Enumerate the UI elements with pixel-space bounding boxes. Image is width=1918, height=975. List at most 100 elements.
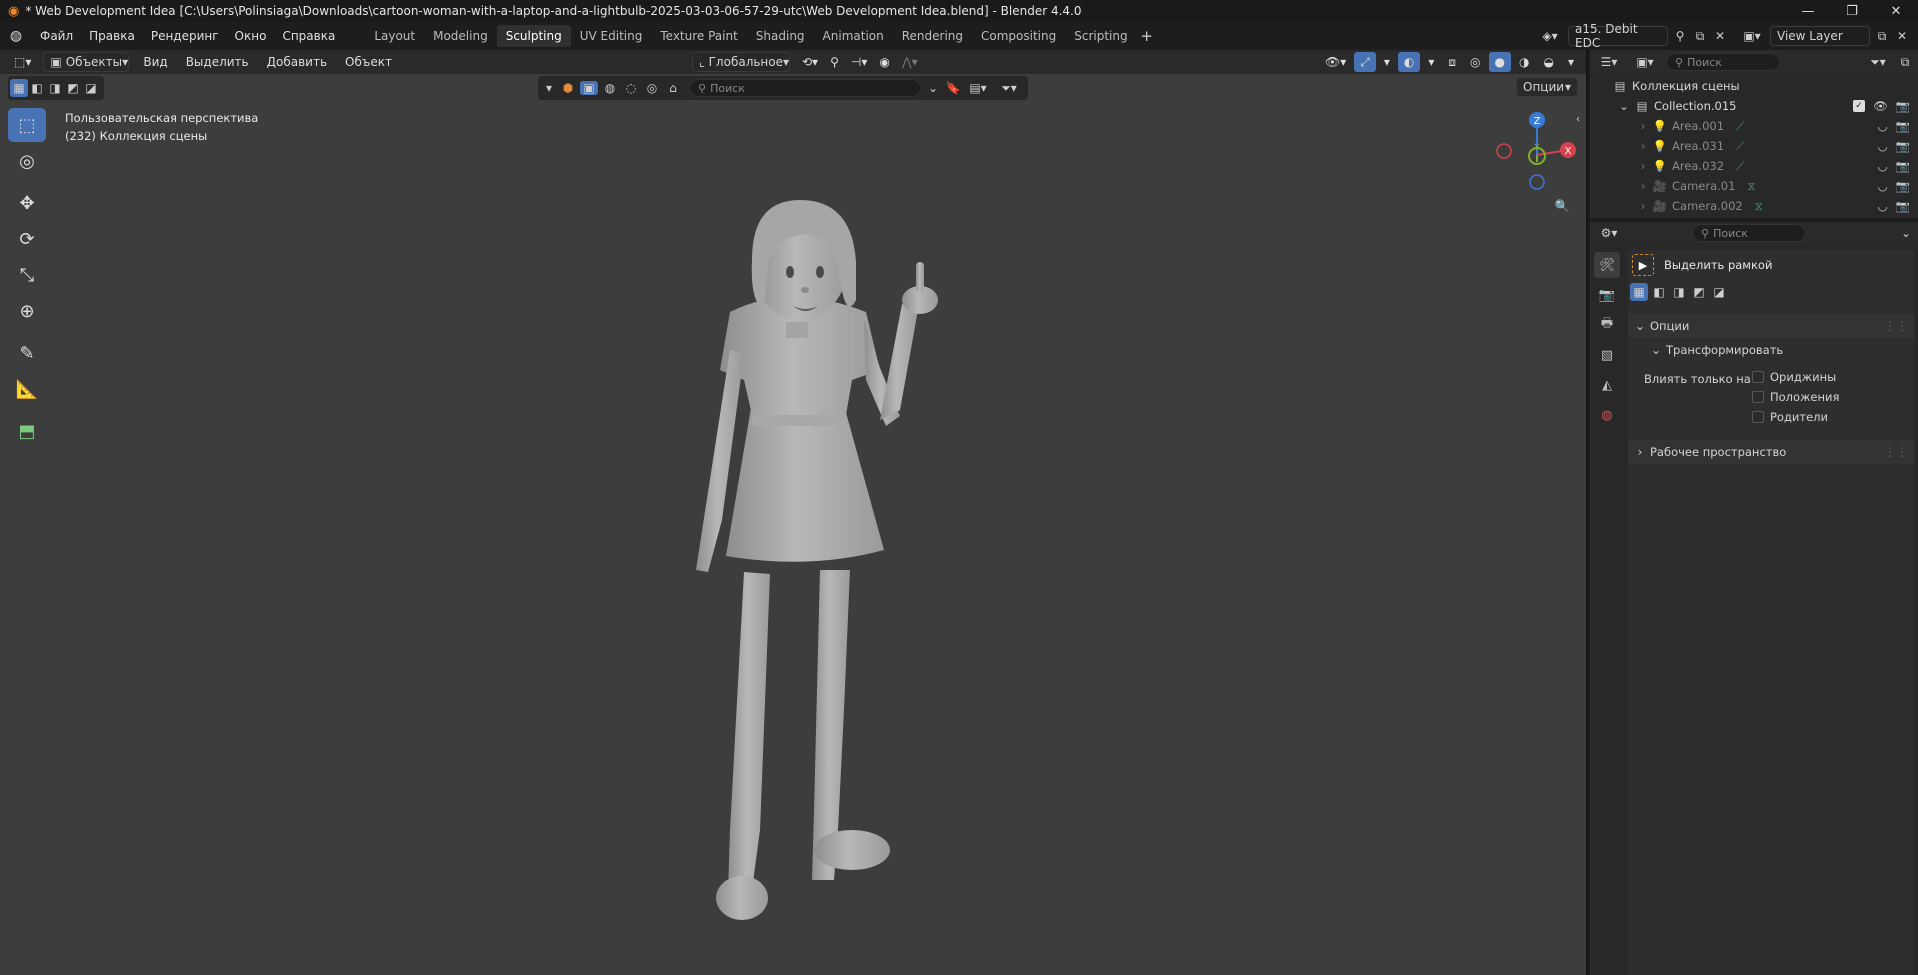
camera-icon[interactable]: 📷	[1896, 139, 1910, 153]
tab-compositing[interactable]: Compositing	[972, 25, 1065, 47]
annotate-tool[interactable]: ✎	[8, 336, 46, 370]
outliner-root[interactable]: ▤ Коллекция сцены	[1590, 76, 1918, 96]
expand-chevron-icon[interactable]: ›	[1638, 159, 1648, 173]
chevron-down-icon[interactable]: ⌄	[1898, 226, 1914, 240]
select-new-icon[interactable]: ▦	[1630, 283, 1648, 301]
options-section-header[interactable]: ⌄ Опции ⋮⋮	[1628, 314, 1914, 338]
origins-checkbox-box[interactable]	[1752, 371, 1764, 383]
gizmo-dropdown-icon[interactable]: ▾	[1378, 52, 1396, 72]
filter-mesh-icon[interactable]: ▣	[580, 81, 598, 95]
checkbox-icon[interactable]: ✓	[1853, 100, 1866, 112]
editor-type-icon[interactable]: ⬚▾	[8, 52, 37, 72]
tab-animation[interactable]: Animation	[814, 25, 893, 47]
pin-icon[interactable]: ⚲	[1672, 29, 1688, 43]
menu-window[interactable]: Окно	[227, 29, 275, 43]
snap-icon[interactable]: ⚲	[824, 52, 845, 72]
view-layer-field[interactable]: View Layer	[1770, 26, 1870, 46]
eye-icon[interactable]: 👁	[1873, 99, 1888, 113]
asset-search-input[interactable]: ⚲ Поиск	[689, 79, 921, 97]
select-invert-icon[interactable]: ◩	[1690, 285, 1708, 299]
locations-checkbox[interactable]: Положения	[1752, 390, 1839, 404]
blender-menu-icon[interactable]: ◍	[0, 28, 32, 44]
new-collection-icon[interactable]: ⧉	[1896, 55, 1914, 70]
scene-tab-icon[interactable]: ◭	[1594, 372, 1620, 398]
add-cube-tool[interactable]: ⬒	[8, 414, 46, 448]
shading-dropdown-icon[interactable]: ▾	[1562, 52, 1580, 72]
filter-light-icon[interactable]: ◌	[622, 81, 640, 95]
select-intersect-icon[interactable]: ◪	[1710, 285, 1728, 299]
select-intersect-icon[interactable]: ◪	[82, 81, 100, 95]
new-view-layer-icon[interactable]: ⧉	[1874, 29, 1890, 44]
close-icon[interactable]: ✕	[1874, 0, 1918, 22]
3d-viewport[interactable]	[0, 50, 1586, 975]
bookmark-icon[interactable]: 🔖	[945, 81, 961, 95]
menu-help[interactable]: Справка	[274, 29, 343, 43]
new-scene-icon[interactable]: ⧉	[1692, 29, 1708, 44]
parents-checkbox[interactable]: Родители	[1752, 410, 1828, 424]
tab-shading[interactable]: Shading	[747, 25, 814, 47]
solid-shading-icon[interactable]: ●	[1488, 52, 1511, 72]
navigation-gizmo[interactable]: Z X Y	[1492, 110, 1582, 200]
zoom-icon[interactable]: 🔍	[1549, 193, 1575, 219]
scene-icon[interactable]: ◈▾	[1536, 29, 1564, 43]
properties-search-input[interactable]: ⚲ Поиск	[1692, 224, 1806, 242]
outliner-search-input[interactable]: ⚲ Поиск	[1666, 53, 1780, 71]
expand-chevron-icon[interactable]: ⌄	[1618, 99, 1630, 113]
tab-modeling[interactable]: Modeling	[424, 25, 497, 47]
filter-world-icon[interactable]: ◎	[643, 81, 661, 95]
filter-material-icon[interactable]: ◍	[601, 81, 619, 95]
tab-texture-paint[interactable]: Texture Paint	[651, 25, 746, 47]
select-subtract-icon[interactable]: ◨	[46, 81, 64, 95]
neg-z-axis-handle[interactable]	[1529, 174, 1545, 190]
options-dropdown[interactable]: Опции ▾	[1516, 77, 1578, 97]
view-layer-tab-icon[interactable]: ▧	[1594, 342, 1620, 368]
camera-icon[interactable]: 📷	[1896, 99, 1910, 113]
tab-sculpting[interactable]: Sculpting	[496, 25, 571, 47]
eye-closed-icon[interactable]: ◡	[1878, 159, 1888, 173]
scene-name-field[interactable]: a15. Debit EDC	[1568, 22, 1668, 50]
eye-closed-icon[interactable]: ◡	[1878, 139, 1888, 153]
select-subtract-icon[interactable]: ◨	[1670, 285, 1688, 299]
mode-dropdown[interactable]: ▣ Объекты ▾	[43, 52, 130, 72]
properties-editor-icon[interactable]: ⚙▾	[1594, 226, 1624, 240]
locations-checkbox-box[interactable]	[1752, 391, 1764, 403]
select-extend-icon[interactable]: ◧	[1650, 285, 1668, 299]
tab-uv-editing[interactable]: UV Editing	[571, 25, 652, 47]
object-types-icon[interactable]: ⬢	[559, 81, 577, 95]
tab-rendering[interactable]: Rendering	[893, 25, 972, 47]
menu-file[interactable]: Файл	[32, 29, 81, 43]
filter-brush-icon[interactable]: ⌂	[664, 81, 682, 95]
select-extend-icon[interactable]: ◧	[28, 81, 46, 95]
falloff-icon[interactable]: ⋀▾	[896, 52, 924, 72]
transform-orientation-dropdown[interactable]: ⌞ Глобальное ▾	[691, 52, 790, 72]
drag-handle-icon[interactable]: ⋮⋮	[1884, 319, 1908, 333]
rotate-tool[interactable]: ⟳	[8, 222, 46, 256]
camera-icon[interactable]: 📷	[1896, 199, 1910, 213]
expand-chevron-icon[interactable]: ›	[1638, 199, 1648, 213]
menu-select[interactable]: Выделить	[180, 52, 255, 72]
expand-chevron-icon[interactable]: ›	[1638, 119, 1648, 133]
scale-tool[interactable]: ⤡	[8, 258, 46, 292]
rendered-shading-icon[interactable]: ◒	[1537, 52, 1559, 72]
menu-object[interactable]: Объект	[339, 52, 398, 72]
expand-chevron-icon[interactable]: ›	[1638, 139, 1648, 153]
sidebar-toggle-icon[interactable]: ‹	[1576, 114, 1580, 125]
delete-scene-icon[interactable]: ✕	[1712, 29, 1728, 43]
output-tab-icon[interactable]: 🖶	[1594, 312, 1620, 338]
delete-view-layer-icon[interactable]: ✕	[1894, 29, 1910, 43]
world-tab-icon[interactable]: ◍	[1594, 402, 1620, 428]
menu-render[interactable]: Рендеринг	[143, 29, 227, 43]
proportional-edit-icon[interactable]: ◉	[873, 52, 895, 72]
outliner-item[interactable]: › 🎥 Camera.002 ⧖ ◡ 📷	[1590, 196, 1918, 216]
eye-closed-icon[interactable]: ◡	[1878, 179, 1888, 193]
outliner-collection[interactable]: ⌄ ▤ Collection.015 ✓ 👁 📷	[1590, 96, 1918, 116]
outliner-item[interactable]: › 💡 Area.001 ⟋ ◡ 📷	[1590, 116, 1918, 136]
material-shading-icon[interactable]: ◑	[1513, 52, 1535, 72]
origins-checkbox[interactable]: Ориджины	[1752, 370, 1836, 384]
menu-view[interactable]: Вид	[137, 52, 173, 72]
add-workspace-icon[interactable]: +	[1137, 27, 1157, 45]
tab-scripting[interactable]: Scripting	[1065, 25, 1136, 47]
outliner-item[interactable]: › 💡 Area.032 ⟋ ◡ 📷	[1590, 156, 1918, 176]
neg-x-axis-handle[interactable]	[1496, 143, 1512, 159]
visibility-icon[interactable]: 👁▾	[1319, 52, 1352, 72]
